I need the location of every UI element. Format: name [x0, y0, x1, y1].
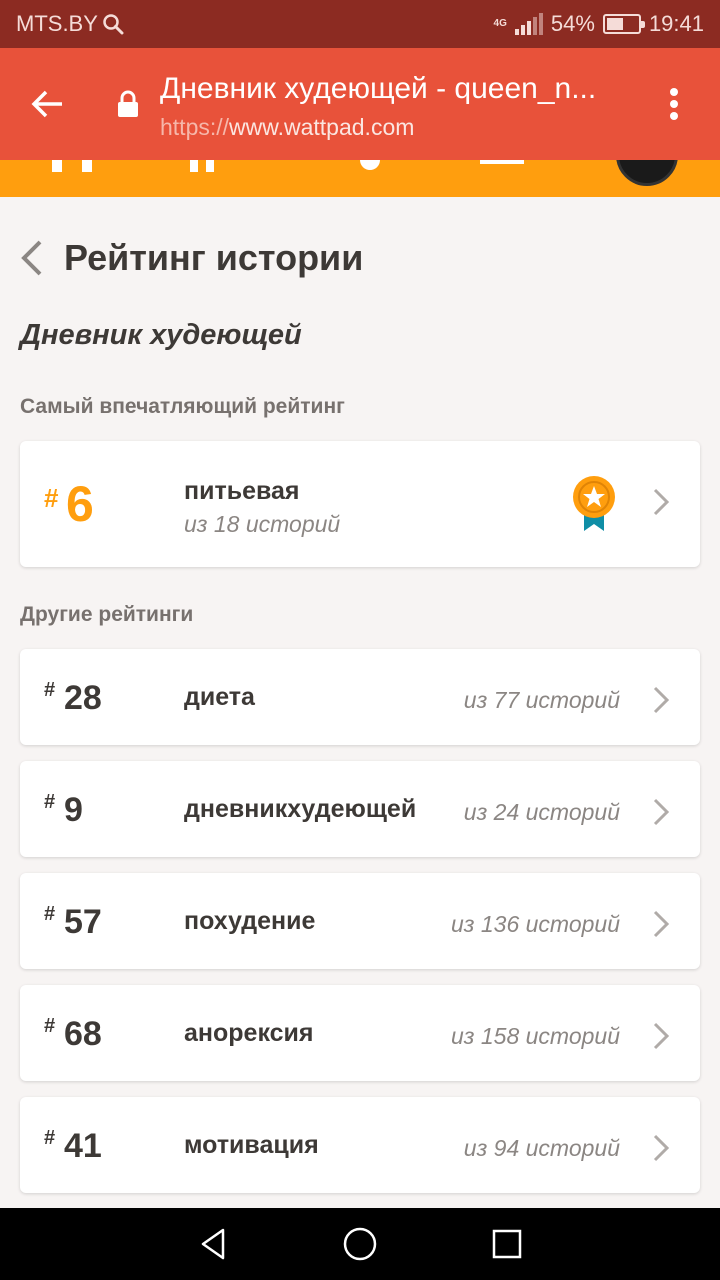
tag-name: анорексия — [184, 1019, 314, 1047]
search-icon — [103, 14, 124, 35]
page-header: Рейтинг истории — [18, 237, 363, 279]
chevron-right-icon — [653, 488, 670, 516]
story-count: из 136 историй — [451, 911, 620, 937]
carrier: MTS.BY — [16, 11, 124, 37]
recents-square-icon[interactable] — [489, 1226, 525, 1262]
url-host: www.wattpad.com — [229, 114, 415, 140]
status-bar: MTS.BY 4G 54% 19:41 — [0, 0, 720, 48]
carrier-name: MTS.BY — [16, 11, 98, 36]
tag-name: питьевая — [184, 477, 300, 505]
tag-name: диета — [184, 683, 255, 711]
home-circle-icon[interactable] — [342, 1226, 378, 1262]
home-icon[interactable] — [52, 160, 62, 172]
battery-percent: 54% — [550, 11, 595, 36]
ranking-card[interactable]: # 57 похудение из 136 историй — [20, 873, 700, 969]
tag-name: похудение — [184, 907, 316, 935]
rank-hash: # — [44, 903, 56, 925]
ranking-card[interactable]: # 41 мотивация из 94 историй — [20, 1097, 700, 1193]
url[interactable]: https://www.wattpad.com — [160, 114, 414, 141]
ranking-card[interactable]: # 28 диета из 77 историй — [20, 649, 700, 745]
page-title-in-toolbar[interactable]: Дневник худеющей - queen_n... — [160, 72, 630, 106]
rank-number: 68 — [64, 1015, 102, 1053]
battery-icon — [602, 14, 645, 34]
rank-number: 9 — [64, 791, 83, 829]
story-count: из 158 историй — [451, 1023, 620, 1049]
tag-name: дневникхудеющей — [184, 795, 417, 823]
rank-number: 57 — [64, 903, 102, 941]
rank-number: 28 — [64, 679, 102, 717]
other-rankings-label: Другие рейтинги — [20, 603, 194, 626]
network-type: 4G — [493, 18, 507, 29]
rank-hash: # — [44, 1127, 56, 1149]
signal-icon — [514, 13, 543, 35]
rank-number: 6 — [66, 476, 94, 532]
chevron-right-icon — [653, 798, 670, 826]
avatar[interactable] — [616, 160, 678, 186]
featured-section-label: Самый впечатляющий рейтинг — [20, 395, 345, 418]
back-triangle-icon[interactable] — [195, 1226, 231, 1262]
featured-ranking-card[interactable]: # 6 питьевая из 18 историй — [20, 441, 700, 567]
tag-name: мотивация — [184, 1131, 319, 1159]
story-count: из 24 историй — [463, 799, 620, 825]
rank-hash: # — [44, 1015, 56, 1037]
rank-hash: # — [44, 791, 56, 813]
award-badge-icon — [573, 476, 615, 531]
ranking-card[interactable]: # 68 анорексия из 158 историй — [20, 985, 700, 1081]
rank-number: 41 — [64, 1127, 102, 1165]
library-icon[interactable] — [190, 160, 198, 172]
site-nav-strip — [0, 160, 720, 197]
system-nav-bar — [0, 1208, 720, 1280]
url-scheme: https:// — [160, 114, 230, 140]
home-icon-part — [82, 160, 92, 172]
story-count: из 77 историй — [463, 687, 620, 713]
chevron-right-icon — [653, 910, 670, 938]
lock-icon — [118, 90, 138, 117]
browser-toolbar: Дневник худеющей - queen_n... https://ww… — [0, 48, 720, 160]
rank-hash: # — [44, 679, 56, 701]
chevron-right-icon — [653, 1134, 670, 1162]
more-vert-icon[interactable] — [664, 84, 684, 124]
chevron-right-icon — [653, 686, 670, 714]
back-arrow-icon[interactable] — [28, 84, 68, 124]
rank-hash: # — [44, 483, 59, 513]
write-icon[interactable] — [480, 160, 524, 164]
main-content: Рейтинг истории Дневник худеющей Самый в… — [0, 197, 720, 1208]
chevron-right-icon — [653, 1022, 670, 1050]
clock: 19:41 — [648, 11, 704, 36]
chevron-left-icon[interactable] — [18, 238, 46, 278]
page-title: Рейтинг истории — [64, 237, 364, 278]
story-title[interactable]: Дневник худеющей — [20, 319, 302, 352]
search-nav-icon[interactable] — [360, 160, 380, 170]
story-count: из 94 историй — [463, 1135, 620, 1161]
library-icon-part — [206, 160, 214, 172]
ranking-card[interactable]: # 9 дневникхудеющей из 24 историй — [20, 761, 700, 857]
story-count: из 18 историй — [184, 511, 341, 537]
